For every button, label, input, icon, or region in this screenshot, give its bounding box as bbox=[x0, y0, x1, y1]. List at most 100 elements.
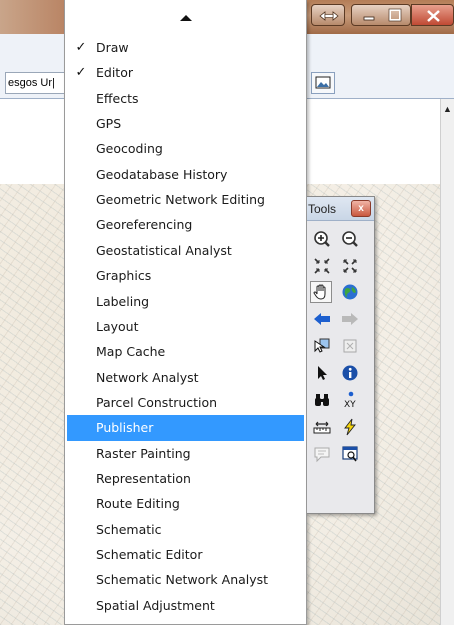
pan-tool[interactable] bbox=[310, 281, 332, 303]
zoom-in-tool[interactable] bbox=[311, 228, 333, 250]
html-popup-tool[interactable] bbox=[311, 443, 333, 465]
menu-item-graphics[interactable]: Graphics bbox=[67, 263, 304, 288]
go-to-xy-icon: XY bbox=[344, 391, 356, 410]
menu-item-geostatistical-analyst[interactable]: Geostatistical Analyst bbox=[67, 238, 304, 263]
menu-item-label: Schematic Editor bbox=[96, 547, 203, 562]
menu-item-label: Schematic bbox=[96, 521, 162, 537]
close-window-button[interactable] bbox=[411, 4, 454, 26]
viewer-tool[interactable] bbox=[339, 443, 361, 465]
menu-item-label: GPS bbox=[96, 116, 122, 132]
menu-item-label: Route Editing bbox=[96, 496, 180, 512]
menu-item-layout[interactable]: Layout bbox=[67, 314, 304, 339]
menu-item-parcel-construction[interactable]: Parcel Construction bbox=[67, 390, 304, 415]
menu-scroll-up-button[interactable] bbox=[65, 0, 306, 36]
minimize-button[interactable] bbox=[358, 8, 380, 22]
menu-item-label: Graphics bbox=[96, 268, 152, 284]
menu-item-label: Geocoding bbox=[96, 141, 163, 157]
menu-item-map-cache[interactable]: Map Cache bbox=[67, 339, 304, 364]
restore-down-button[interactable] bbox=[311, 4, 345, 26]
menu-item-network-analyst[interactable]: Network Analyst bbox=[67, 365, 304, 390]
menu-item-draw[interactable]: ✓ Draw bbox=[67, 35, 304, 60]
menu-item-label: Georeferencing bbox=[96, 217, 193, 233]
menu-item-label: Labeling bbox=[96, 293, 150, 309]
tools-toolbar-header[interactable]: Tools x bbox=[307, 197, 374, 221]
select-elements-pointer-icon bbox=[318, 366, 327, 380]
menu-item-label: Publisher bbox=[96, 420, 154, 436]
menu-item-geodatabase-history[interactable]: Geodatabase History bbox=[67, 162, 304, 187]
menu-item-label: Effects bbox=[96, 90, 139, 106]
html-popup-icon bbox=[314, 447, 330, 463]
select-elements-tool[interactable] bbox=[311, 362, 333, 384]
full-extent-globe-icon bbox=[342, 284, 358, 300]
minimize-icon bbox=[363, 16, 375, 21]
menu-item-geometric-network-editing[interactable]: Geometric Network Editing bbox=[67, 187, 304, 212]
tools-close-button[interactable]: x bbox=[351, 200, 371, 217]
measure-icon bbox=[313, 421, 331, 434]
go-back-tool[interactable] bbox=[311, 308, 333, 330]
full-extent-tool[interactable] bbox=[339, 281, 361, 303]
menu-item-route-editing[interactable]: Route Editing bbox=[67, 491, 304, 516]
hyperlink-lightning-icon bbox=[344, 418, 356, 436]
menu-item-labeling[interactable]: Labeling bbox=[67, 289, 304, 314]
menu-item-gps[interactable]: GPS bbox=[67, 111, 304, 136]
menu-item-spatial-adjustment[interactable]: Spatial Adjustment bbox=[67, 593, 304, 618]
image-button[interactable] bbox=[311, 72, 335, 94]
back-arrow-icon bbox=[314, 313, 330, 325]
tools-toolbar-title: Tools bbox=[308, 202, 337, 216]
fixed-zoom-in-icon bbox=[314, 258, 330, 274]
scroll-up-arrow-icon[interactable]: ▲ bbox=[443, 104, 452, 114]
menu-item-schematic-editor[interactable]: Schematic Editor bbox=[67, 542, 304, 567]
menu-item-publisher[interactable]: Publisher bbox=[67, 415, 304, 441]
vertical-scrollbar[interactable] bbox=[440, 99, 454, 625]
menu-item-geocoding[interactable]: Geocoding bbox=[67, 136, 304, 161]
select-features-icon bbox=[314, 338, 330, 353]
checkmark-icon: ✓ bbox=[75, 40, 87, 55]
zoom-out-icon bbox=[342, 231, 358, 247]
fixed-zoom-out-tool[interactable] bbox=[339, 255, 361, 277]
menu-item-schematic[interactable]: Schematic bbox=[67, 517, 304, 542]
pan-hand-icon bbox=[313, 284, 326, 300]
menu-item-label: Layout bbox=[96, 318, 139, 334]
zoom-out-tool[interactable] bbox=[339, 228, 361, 250]
tools-toolbar: Tools x XY bbox=[307, 196, 375, 514]
menu-item-label: Geometric Network Editing bbox=[96, 192, 265, 208]
find-tool[interactable] bbox=[311, 389, 333, 411]
identify-icon bbox=[342, 365, 358, 381]
picture-icon bbox=[315, 76, 331, 89]
clear-selection-tool[interactable] bbox=[339, 335, 361, 357]
menu-item-label: Editor bbox=[96, 65, 133, 81]
menu-item-editor[interactable]: ✓ Editor bbox=[67, 60, 304, 85]
menu-item-effects[interactable]: Effects bbox=[67, 86, 304, 111]
menu-item-label: Draw bbox=[96, 40, 129, 55]
fixed-zoom-out-icon bbox=[343, 259, 357, 273]
menu-item-label: Geodatabase History bbox=[96, 166, 228, 182]
hyperlink-tool[interactable] bbox=[339, 416, 361, 438]
checkmark-icon: ✓ bbox=[75, 65, 87, 81]
menu-item-schematic-network-analyst[interactable]: Schematic Network Analyst bbox=[67, 567, 304, 592]
layer-dropdown[interactable]: esgos Ur| bbox=[5, 72, 67, 94]
menu-item-label: Network Analyst bbox=[96, 369, 199, 385]
menu-item-label: Parcel Construction bbox=[96, 394, 218, 410]
fixed-zoom-in-tool[interactable] bbox=[311, 255, 333, 277]
menu-item-georeferencing[interactable]: Georeferencing bbox=[67, 212, 304, 237]
measure-tool[interactable] bbox=[311, 416, 333, 438]
maximize-icon bbox=[388, 8, 402, 22]
go-forward-tool[interactable] bbox=[339, 308, 361, 330]
window-controls bbox=[351, 4, 411, 26]
select-features-tool[interactable] bbox=[311, 335, 333, 357]
close-x-icon bbox=[427, 10, 440, 22]
scroll-up-triangle-icon bbox=[179, 15, 192, 21]
menu-item-label: Geostatistical Analyst bbox=[96, 242, 232, 258]
menu-item-label: Spatial Adjustment bbox=[96, 597, 215, 613]
viewer-window-icon bbox=[342, 446, 358, 462]
menu-item-label: Representation bbox=[96, 470, 191, 486]
toolbars-context-menu: ✓ Draw ✓ Editor Effects GPS Geocoding Geodataba… bbox=[64, 0, 307, 625]
xy-label: XY bbox=[344, 400, 356, 410]
menu-item-representation[interactable]: Representation bbox=[67, 466, 304, 491]
zoom-in-icon bbox=[314, 231, 330, 247]
identify-tool[interactable] bbox=[339, 362, 361, 384]
maximize-button[interactable] bbox=[384, 8, 406, 22]
clear-selection-icon bbox=[343, 339, 357, 353]
go-to-xy-tool[interactable]: XY bbox=[339, 389, 361, 411]
menu-item-raster-painting[interactable]: Raster Painting bbox=[67, 441, 304, 466]
